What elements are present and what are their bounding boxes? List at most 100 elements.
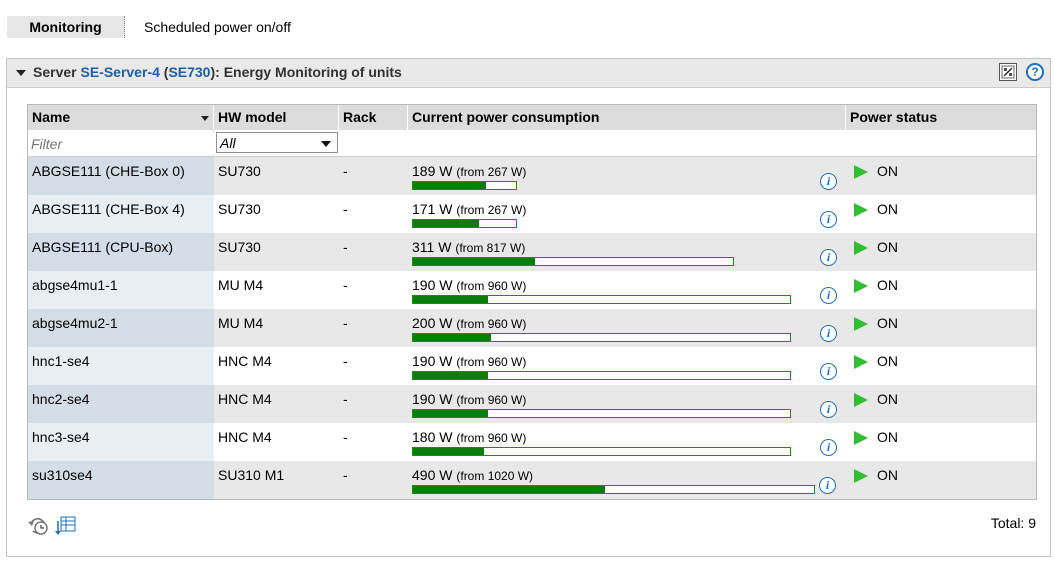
- table-row[interactable]: ABGSE111 (CHE-Box 0) SU730 - 189 W (from 26…: [28, 157, 1036, 195]
- sort-desc-icon[interactable]: [201, 116, 209, 121]
- table-row[interactable]: hnc1-se4 HNC M4 - 190 W (from 960 W) i ON: [28, 347, 1036, 385]
- power-status-text: ON: [877, 315, 898, 331]
- power-on-icon: [854, 165, 868, 179]
- export-icon[interactable]: [999, 63, 1017, 81]
- cell-rack: -: [343, 429, 348, 445]
- refresh-history-icon[interactable]: [27, 515, 51, 540]
- server-name-link[interactable]: SE-Server-4: [80, 64, 159, 80]
- power-value: 189 W: [412, 163, 453, 179]
- info-icon[interactable]: i: [820, 249, 837, 266]
- power-value: 171 W: [412, 201, 453, 217]
- power-bar: [412, 447, 791, 456]
- help-icon[interactable]: ?: [1026, 63, 1044, 81]
- power-on-icon: [854, 203, 868, 217]
- power-bar-fill: [413, 296, 488, 303]
- power-bar-fill: [413, 410, 488, 417]
- column-header-rack[interactable]: Rack: [339, 105, 408, 130]
- collapse-triangle-icon[interactable]: [16, 70, 26, 76]
- power-bar-fill: [413, 372, 488, 379]
- table-row[interactable]: ABGSE111 (CPU-Box) SU730 - 311 W (from 817 …: [28, 233, 1036, 271]
- tab-monitoring[interactable]: Monitoring: [7, 16, 125, 38]
- power-on-icon: [854, 431, 868, 445]
- cell-power-status: ON: [846, 271, 1036, 309]
- power-bar: [412, 409, 791, 418]
- cell-name: hnc2-se4: [28, 385, 214, 423]
- power-bar: [412, 181, 517, 190]
- cell-power: 200 W (from 960 W) i: [408, 309, 846, 347]
- info-icon[interactable]: i: [820, 325, 837, 342]
- cell-power: 180 W (from 960 W) i: [408, 423, 846, 461]
- hw-model-filter-select[interactable]: All: [216, 132, 338, 153]
- cell-rack: -: [343, 467, 348, 483]
- cell-rack: -: [343, 353, 348, 369]
- panel-title: Server SE-Server-4 (SE730): Energy Monit…: [33, 64, 402, 80]
- power-bar-fill: [413, 220, 479, 227]
- table-row[interactable]: ABGSE111 (CHE-Box 4) SU730 - 171 W (from 26…: [28, 195, 1036, 233]
- power-max: (from 960 W): [456, 355, 527, 369]
- info-icon[interactable]: i: [820, 439, 837, 456]
- power-bar: [412, 333, 791, 342]
- power-max: (from 1020 W): [456, 469, 534, 483]
- cell-hw-model: HNC M4: [218, 429, 272, 445]
- power-value: 190 W: [412, 391, 453, 407]
- power-status-text: ON: [877, 239, 898, 255]
- cell-power-status: ON: [846, 347, 1036, 385]
- panel-title-suffix: : Energy Monitoring of units: [215, 64, 402, 80]
- cell-name: ABGSE111 (CHE-Box 0): [28, 157, 214, 195]
- power-max: (from 960 W): [456, 431, 527, 445]
- table-export-icon[interactable]: [55, 515, 77, 540]
- cell-name: su310se4: [28, 461, 214, 499]
- power-max: (from 267 W): [456, 165, 527, 179]
- info-icon[interactable]: i: [820, 287, 837, 304]
- cell-power: 190 W (from 960 W) i: [408, 385, 846, 423]
- name-filter-input[interactable]: [28, 132, 215, 155]
- power-status-text: ON: [877, 201, 898, 217]
- power-status-text: ON: [877, 429, 898, 445]
- server-model-link[interactable]: SE730: [168, 64, 210, 80]
- power-status-text: ON: [877, 353, 898, 369]
- column-header-name[interactable]: Name: [28, 105, 214, 130]
- power-bar-fill: [413, 258, 535, 265]
- cell-name: ABGSE111 (CHE-Box 4): [28, 195, 214, 233]
- total-count: Total: 9: [990, 515, 1036, 531]
- cell-hw-model: MU M4: [218, 315, 264, 331]
- cell-hw-model: MU M4: [218, 277, 264, 293]
- power-bar: [412, 219, 517, 228]
- column-header-hw-model[interactable]: HW model: [214, 105, 339, 130]
- power-value: 180 W: [412, 429, 453, 445]
- power-max: (from 267 W): [456, 203, 527, 217]
- column-header-power[interactable]: Current power consumption: [408, 105, 846, 130]
- tab-scheduled-power[interactable]: Scheduled power on/off: [125, 16, 291, 38]
- power-on-icon: [854, 355, 868, 369]
- cell-name: hnc1-se4: [28, 347, 214, 385]
- power-bar: [412, 371, 791, 380]
- table-row[interactable]: su310se4 SU310 M1 - 490 W (from 1020 W) i ON: [28, 461, 1036, 499]
- column-header-status[interactable]: Power status: [846, 105, 1036, 130]
- info-icon[interactable]: i: [819, 477, 836, 494]
- power-bar: [412, 257, 734, 266]
- power-bar-fill: [413, 334, 492, 341]
- power-value: 190 W: [412, 353, 453, 369]
- info-icon[interactable]: i: [820, 173, 837, 190]
- info-icon[interactable]: i: [820, 401, 837, 418]
- cell-power-status: ON: [846, 423, 1036, 461]
- panel-title-prefix: Server: [33, 64, 77, 80]
- cell-power: 171 W (from 267 W) i: [408, 195, 846, 233]
- cell-name: hnc3-se4: [28, 423, 214, 461]
- info-icon[interactable]: i: [820, 363, 837, 380]
- table-row[interactable]: abgse4mu2-1 MU M4 - 200 W (from 960 W) i ON: [28, 309, 1036, 347]
- info-icon[interactable]: i: [820, 211, 837, 228]
- table-row[interactable]: hnc3-se4 HNC M4 - 180 W (from 960 W) i ON: [28, 423, 1036, 461]
- cell-power: 190 W (from 960 W) i: [408, 347, 846, 385]
- cell-rack: -: [343, 315, 348, 331]
- power-on-icon: [854, 469, 868, 483]
- table-row[interactable]: hnc2-se4 HNC M4 - 190 W (from 960 W) i ON: [28, 385, 1036, 423]
- power-max: (from 960 W): [456, 393, 527, 407]
- power-on-icon: [854, 241, 868, 255]
- power-value: 200 W: [412, 315, 453, 331]
- cell-hw-model: HNC M4: [218, 391, 272, 407]
- cell-rack: -: [343, 277, 348, 293]
- filter-row: All: [28, 130, 1036, 157]
- table-row[interactable]: abgse4mu1-1 MU M4 - 190 W (from 960 W) i ON: [28, 271, 1036, 309]
- cell-power: 490 W (from 1020 W) i: [408, 461, 846, 499]
